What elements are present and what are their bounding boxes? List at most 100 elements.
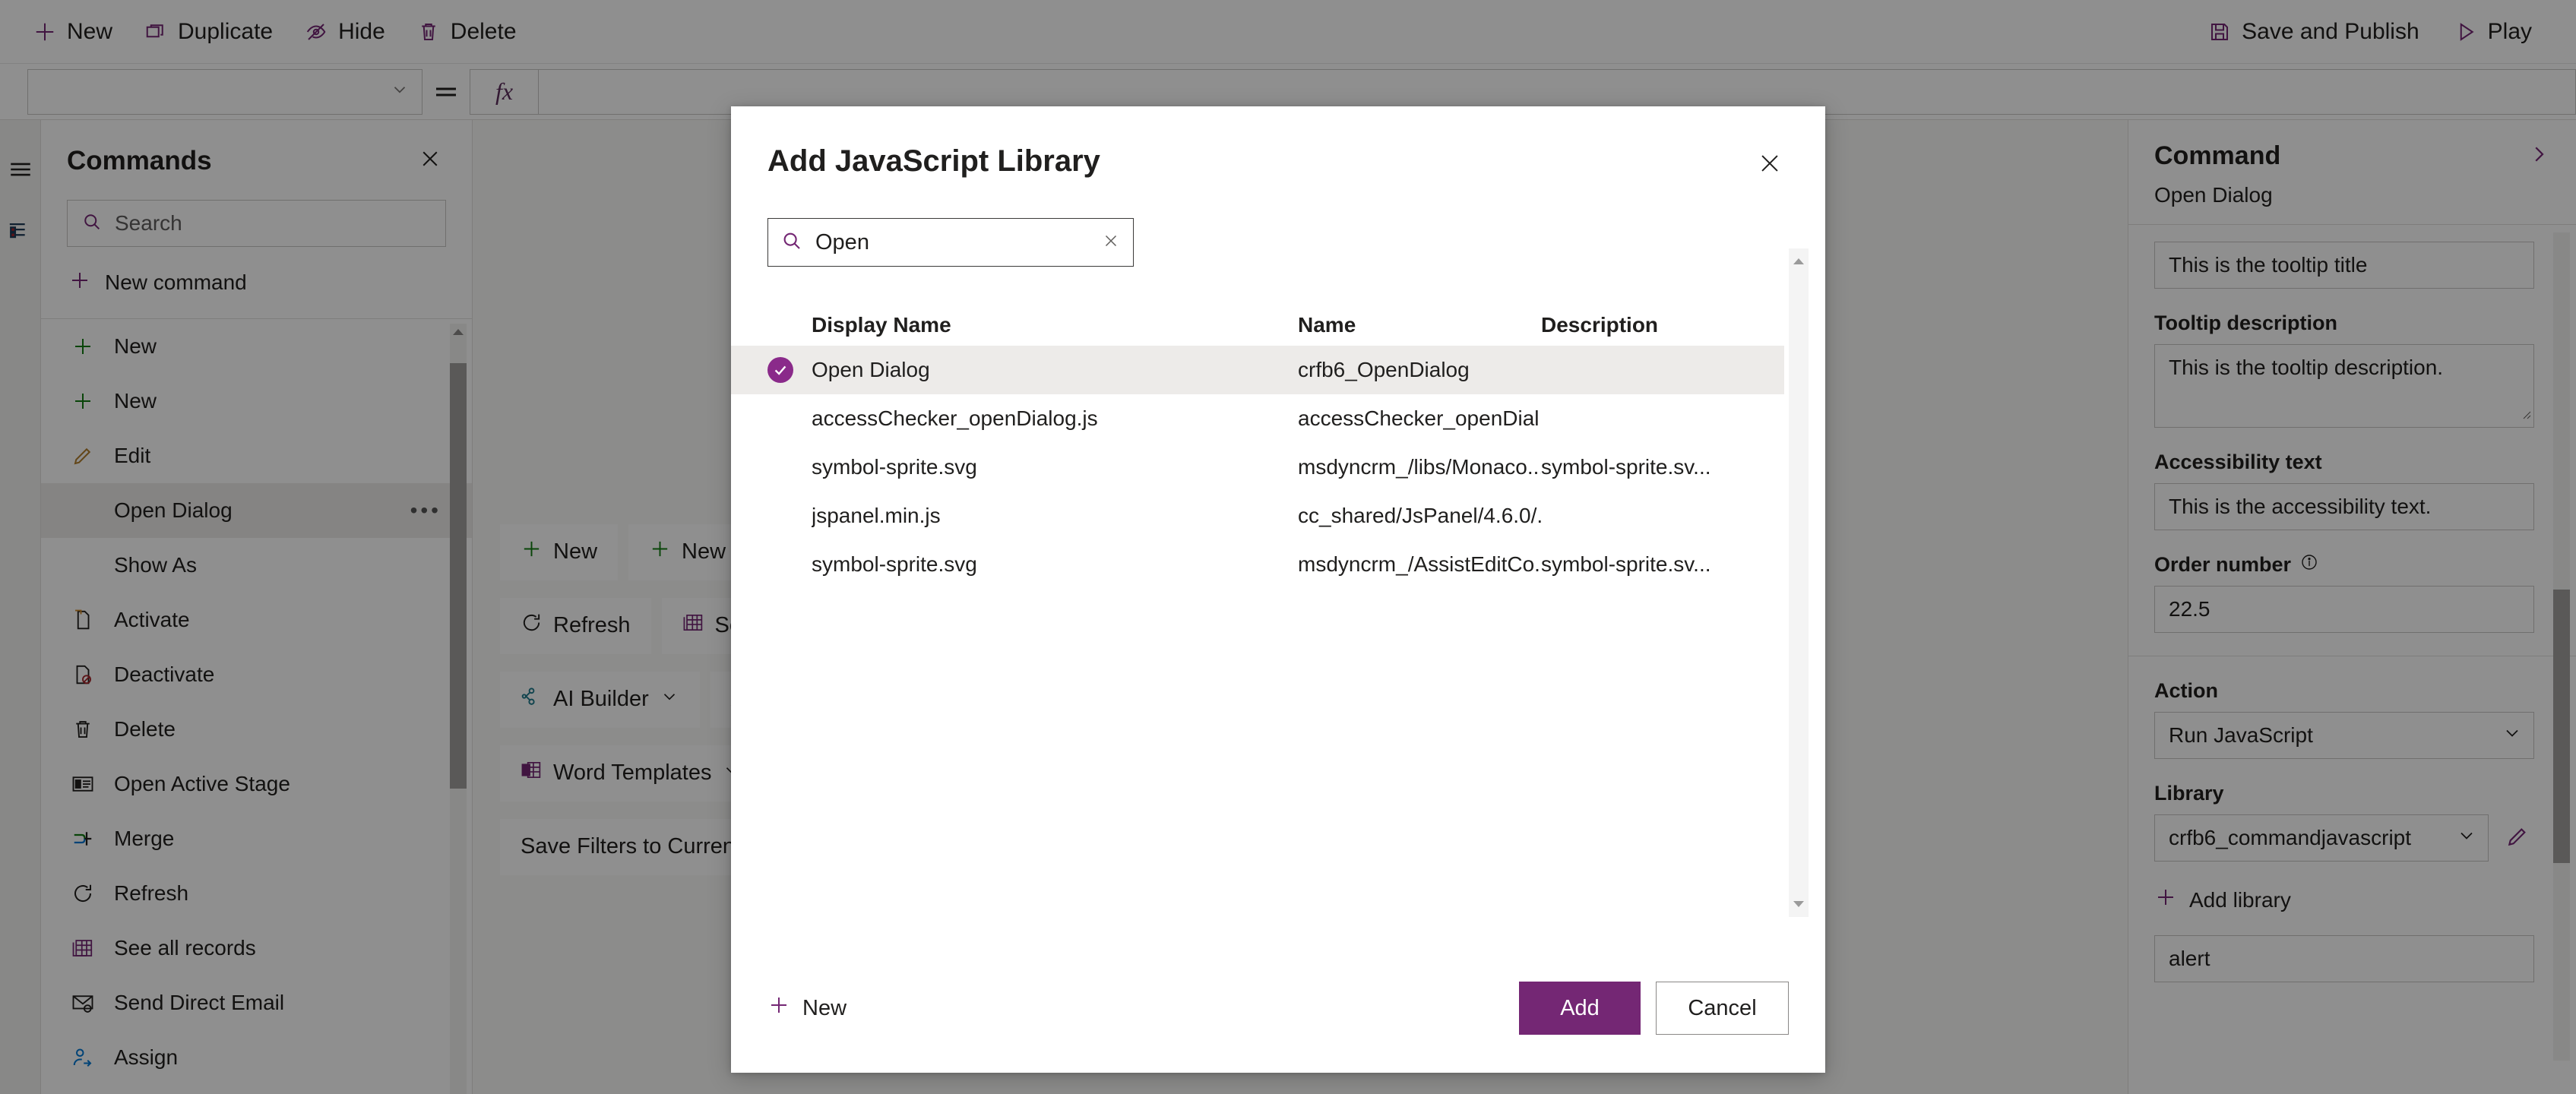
command-list-item[interactable]: Refresh [41, 866, 472, 921]
action-select[interactable]: Run JavaScript [2154, 712, 2534, 759]
library-table-row[interactable]: Open Dialog crfb6_OpenDialog [731, 346, 1784, 394]
delete-button[interactable]: Delete [403, 11, 530, 52]
command-list-item-label: Show As [114, 553, 197, 577]
new-command-button[interactable]: New command [64, 258, 446, 308]
command-list-item-label: Edit [114, 444, 151, 467]
command-list-item[interactable]: Send Direct Email [41, 975, 472, 1030]
library-table-row[interactable]: symbol-sprite.svg msdyncrm_/AssistEditCo.… [731, 540, 1784, 589]
save-and-publish-button[interactable]: Save and Publish [2195, 11, 2433, 52]
tree-view-icon[interactable] [5, 216, 36, 248]
command-list-item-label: Open Active Stage [114, 772, 290, 795]
word-icon [521, 759, 543, 787]
tooltip-title-input[interactable]: This is the tooltip title [2154, 242, 2534, 289]
function-name-value: alert [2169, 947, 2210, 970]
function-name-input[interactable]: alert [2154, 935, 2534, 982]
close-icon[interactable] [414, 143, 446, 179]
play-button[interactable]: Play [2441, 11, 2546, 52]
top-command-bar: New Duplicate Hide Delete Save and Publi… [0, 0, 2576, 64]
command-bar-preview-button[interactable]: New [628, 523, 747, 580]
command-list-item[interactable]: Open Dialog ••• [41, 483, 472, 538]
command-list-item-label: Delete [114, 717, 176, 741]
command-list-item[interactable]: Delete [41, 702, 472, 757]
command-list-item-label: Deactivate [114, 662, 215, 686]
top-bar-left-group: New Duplicate Hide Delete [0, 11, 530, 52]
add-library-button[interactable]: Add library [2154, 881, 2550, 919]
hamburger-menu-icon[interactable] [5, 153, 36, 185]
scrollbar-thumb[interactable] [2553, 590, 2570, 863]
overflow-menu-icon[interactable]: ••• [410, 498, 441, 523]
pencil-icon[interactable] [2505, 824, 2530, 852]
command-list-item-label: See all records [114, 936, 256, 960]
command-list-item[interactable]: Open Active Stage [41, 757, 472, 811]
stage-icon [68, 773, 97, 795]
scroll-up-arrow-icon[interactable] [450, 324, 467, 340]
command-list-item[interactable]: Assign [41, 1030, 472, 1085]
trash-icon [68, 718, 97, 741]
resize-grip-icon[interactable] [2519, 400, 2531, 425]
duplicate-button-label: Duplicate [178, 18, 274, 44]
command-list-item[interactable]: See all records [41, 921, 472, 975]
library-value: crfb6_commandjavascript [2169, 826, 2412, 849]
order-number-input[interactable]: 22.5 [2154, 586, 2534, 633]
chevron-right-icon[interactable] [2527, 143, 2550, 169]
scroll-down-arrow-icon[interactable] [1789, 894, 1809, 914]
order-number-value: 22.5 [2169, 597, 2210, 621]
accessibility-text-input[interactable]: This is the accessibility text. [2154, 483, 2534, 530]
plus-icon [649, 538, 671, 566]
library-table-row[interactable]: accessChecker_openDialog.js accessChecker… [731, 394, 1784, 443]
command-list-item[interactable]: New [41, 374, 472, 428]
command-list-item[interactable]: Deactivate [41, 647, 472, 702]
duplicate-button[interactable]: Duplicate [131, 11, 286, 52]
command-list-item[interactable]: Edit [41, 428, 472, 483]
command-list-item-label: Merge [114, 827, 175, 850]
property-selector-dropdown[interactable] [27, 68, 422, 115]
grid-icon [68, 937, 97, 960]
add-button[interactable]: Add [1519, 982, 1641, 1035]
command-bar-preview-button[interactable]: AI Builder [500, 671, 700, 728]
command-bar-preview-button[interactable]: Refresh [500, 597, 651, 654]
hide-eye-icon [305, 21, 328, 43]
command-list-item[interactable]: New [41, 319, 472, 374]
scrollbar-thumb[interactable] [450, 363, 467, 789]
scroll-up-arrow-icon[interactable] [1789, 251, 1809, 271]
row-select-cell[interactable] [767, 357, 812, 383]
plus-icon [2154, 886, 2177, 914]
plus-icon [68, 390, 97, 413]
command-properties-panel: Command Open Dialog This is the tooltip … [2128, 120, 2576, 1094]
row-selected-check-icon[interactable] [767, 357, 793, 383]
library-table-row[interactable]: jspanel.min.js cc_shared/JsPanel/4.6.0/..… [731, 492, 1784, 540]
cancel-button[interactable]: Cancel [1656, 982, 1789, 1035]
close-icon[interactable] [1751, 144, 1789, 186]
cell-display-name: accessChecker_openDialog.js [812, 406, 1098, 430]
tooltip-description-textarea[interactable]: This is the tooltip description. [2154, 344, 2534, 428]
library-search-input[interactable]: Open [767, 218, 1134, 267]
commands-panel-header: Commands [41, 120, 472, 179]
fx-icon[interactable]: fx [470, 68, 538, 115]
app-root: New Duplicate Hide Delete Save and Publi… [0, 0, 2576, 1094]
clear-icon[interactable] [1101, 231, 1121, 255]
command-list-item[interactable]: Activate [41, 593, 472, 647]
plus-icon [68, 335, 97, 358]
properties-scrollbar[interactable] [2553, 232, 2570, 1061]
command-bar-preview-button[interactable]: New [500, 523, 619, 580]
hide-button[interactable]: Hide [291, 11, 399, 52]
library-list-scrollbar[interactable] [1789, 248, 1809, 917]
cell-description: symbol-sprite.sv... [1541, 455, 1711, 479]
column-header-description: Description [1541, 313, 1659, 337]
new-button[interactable]: New [20, 11, 126, 52]
properties-panel-title: Command [2154, 141, 2281, 170]
library-select[interactable]: crfb6_commandjavascript [2154, 814, 2489, 862]
accessibility-text-label: Accessibility text [2154, 451, 2322, 473]
info-icon[interactable] [2300, 553, 2318, 577]
merge-icon [68, 827, 97, 850]
command-list-item[interactable]: Merge [41, 811, 472, 866]
action-field: Action Run JavaScript [2154, 679, 2550, 759]
ai-builder-icon [521, 685, 543, 713]
command-list-item[interactable]: Show As [41, 538, 472, 593]
command-list-item-label: Open Dialog [114, 498, 233, 522]
new-library-button[interactable]: New [767, 994, 847, 1023]
search-input[interactable]: Search [67, 200, 446, 247]
library-table-row[interactable]: symbol-sprite.svg msdyncrm_/libs/Monaco..… [731, 443, 1784, 492]
command-bar-preview-button[interactable]: Word Templates [500, 745, 763, 802]
commands-list-scrollbar[interactable] [450, 324, 467, 1094]
